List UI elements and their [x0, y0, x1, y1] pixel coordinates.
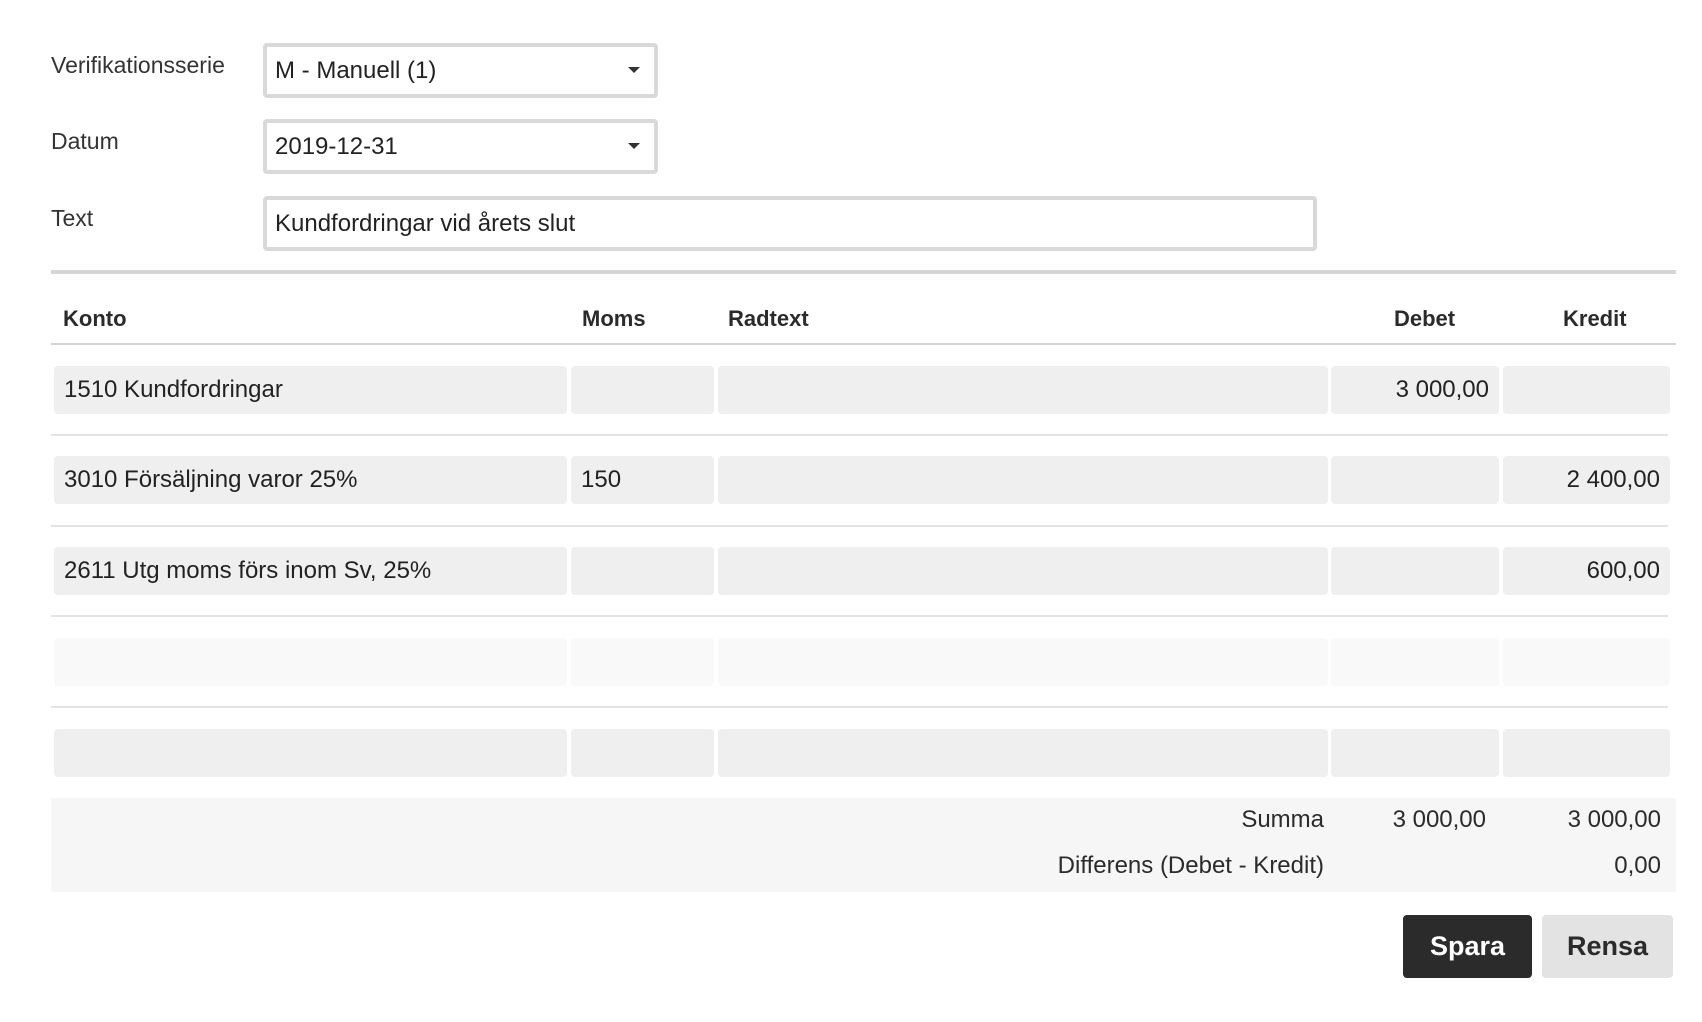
kredit-cell[interactable] [1503, 638, 1670, 686]
chevron-down-icon [628, 67, 640, 73]
header-debet: Debet [1394, 306, 1456, 331]
debet-cell[interactable]: 3 000,00 [1331, 366, 1499, 414]
radtext-cell[interactable] [718, 456, 1328, 504]
sum-label: Summa [1241, 806, 1324, 833]
summary-panel: Summa 3 000,00 3 000,00 Differens (Debet… [51, 798, 1676, 892]
header-moms: Moms [582, 306, 646, 331]
row-divider [51, 706, 1668, 708]
diff-label: Differens (Debet - Kredit) [1057, 852, 1324, 879]
moms-cell[interactable] [571, 638, 714, 686]
konto-cell[interactable]: 1510 Kundfordringar [54, 366, 567, 414]
kredit-cell[interactable] [1503, 729, 1670, 777]
radtext-cell[interactable] [718, 547, 1328, 595]
row-divider [51, 615, 1668, 617]
debet-cell[interactable] [1331, 638, 1499, 686]
kredit-cell[interactable]: 600,00 [1503, 547, 1670, 595]
header-konto: Konto [63, 306, 127, 331]
debet-cell[interactable] [1331, 456, 1499, 504]
date-select-value: 2019-12-31 [275, 133, 398, 160]
reset-button[interactable]: Rensa [1542, 915, 1673, 978]
text-label: Text [51, 205, 94, 231]
konto-cell[interactable] [54, 729, 567, 777]
header-radtext: Radtext [728, 306, 809, 331]
radtext-cell[interactable] [718, 366, 1328, 414]
diff-value: 0,00 [1614, 852, 1661, 879]
form-divider [51, 270, 1676, 274]
save-button[interactable]: Spara [1403, 915, 1532, 978]
radtext-cell[interactable] [718, 729, 1328, 777]
series-select[interactable]: M - Manuell (1) [263, 43, 658, 98]
text-input[interactable]: Kundfordringar vid årets slut [263, 196, 1317, 251]
header-kredit: Kredit [1563, 306, 1627, 331]
date-label: Datum [51, 128, 119, 154]
series-label: Verifikationsserie [51, 52, 225, 78]
row-divider [51, 525, 1668, 527]
moms-cell[interactable] [571, 366, 714, 414]
header-divider [51, 343, 1676, 345]
series-select-value: M - Manuell (1) [275, 57, 437, 84]
kredit-cell[interactable]: 2 400,00 [1503, 456, 1670, 504]
debet-cell[interactable] [1331, 729, 1499, 777]
date-select[interactable]: 2019-12-31 [263, 119, 658, 174]
radtext-cell[interactable] [718, 638, 1328, 686]
konto-cell[interactable]: 3010 Försäljning varor 25% [54, 456, 567, 504]
moms-cell[interactable] [571, 547, 714, 595]
moms-cell[interactable] [571, 729, 714, 777]
moms-cell[interactable]: 150 [571, 456, 714, 504]
debet-cell[interactable] [1331, 547, 1499, 595]
sum-kredit: 3 000,00 [1567, 806, 1661, 833]
konto-cell[interactable] [54, 638, 567, 686]
kredit-cell[interactable] [1503, 366, 1670, 414]
text-input-value: Kundfordringar vid årets slut [275, 210, 576, 237]
chevron-down-icon [628, 143, 640, 149]
row-divider [51, 434, 1668, 436]
sum-debet: 3 000,00 [1392, 806, 1486, 833]
konto-cell[interactable]: 2611 Utg moms förs inom Sv, 25% [54, 547, 567, 595]
